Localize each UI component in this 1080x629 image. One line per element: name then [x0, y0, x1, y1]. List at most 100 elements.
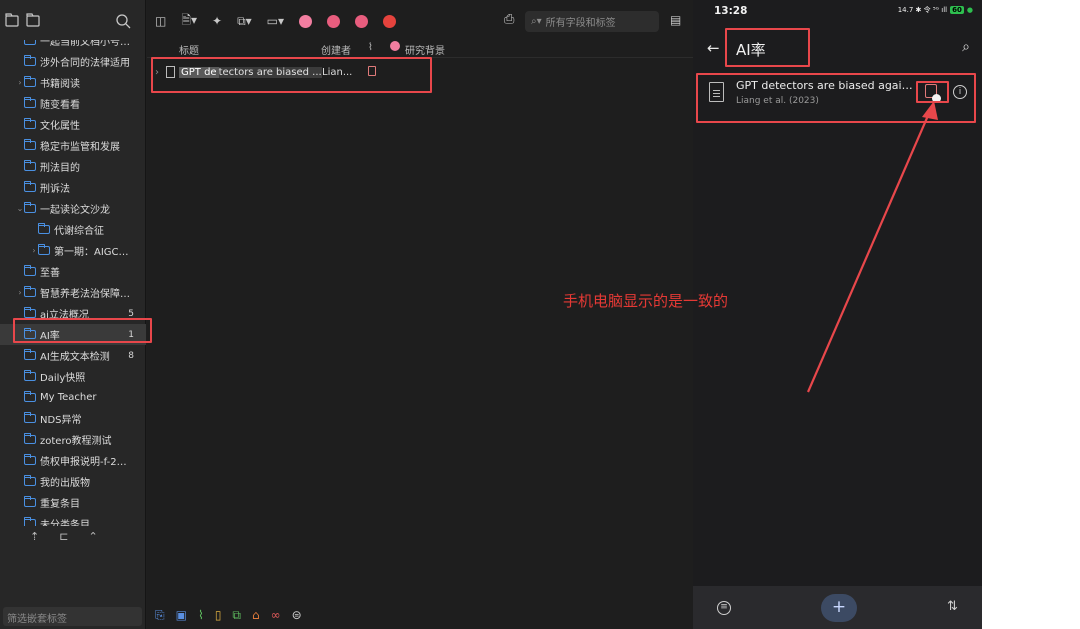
collection-item[interactable]: 刑诉法 — [0, 177, 146, 198]
tag-color-2[interactable] — [327, 14, 341, 28]
status-icons: 14.7 ✱ 令 ⁵ᴳ ıll 60 ● — [898, 5, 973, 15]
sort-icon[interactable]: ⇅ — [947, 599, 958, 614]
collection-item[interactable]: 刑法目的 — [0, 156, 146, 177]
new-library-icon[interactable] — [5, 13, 19, 27]
tag-filter-input[interactable]: 筛选嵌套标签 — [3, 607, 142, 626]
status-time: 13:28 — [714, 5, 748, 17]
tag-color-4[interactable] — [383, 14, 397, 28]
related-icon[interactable]: ∞ — [271, 608, 281, 622]
collection-label: 重复条目 — [40, 499, 80, 510]
folder-icon — [24, 433, 36, 444]
paperclip-icon[interactable]: ⌇ — [198, 608, 204, 622]
note-icon[interactable]: ▯ — [215, 608, 222, 622]
add-attachment-icon[interactable]: ⧉▾ — [237, 14, 252, 29]
annotation-box-phone-title — [725, 28, 810, 67]
column-title[interactable]: 标题 — [179, 42, 199, 57]
collection-label: 刑法目的 — [40, 163, 80, 174]
twisty-icon[interactable]: ⌄ — [16, 204, 24, 213]
back-arrow-icon[interactable]: ← — [707, 39, 720, 57]
sync-icon[interactable]: ▤ — [670, 13, 681, 27]
collection-item[interactable]: ⌄ 一起读论文沙龙 — [0, 198, 146, 219]
folder-icon — [24, 202, 36, 213]
collection-item[interactable]: zotero教程测试 — [0, 429, 146, 450]
collection-label: 至善 — [40, 268, 60, 279]
column-tag[interactable]: 研究背景 — [405, 42, 445, 57]
locate-icon[interactable]: ⎙ — [504, 12, 514, 27]
collection-tree: 一起当前文档小号起... 涉外合同的法律适用 › 书籍阅读随变看看文化属性稳定市监管和… — [0, 40, 146, 526]
tag-icon[interactable]: ⌂ — [252, 608, 260, 622]
collection-item[interactable]: 随变看看 — [0, 93, 146, 114]
collection-label: 书籍阅读 — [40, 79, 80, 90]
locate-icon[interactable]: ⊜ — [292, 608, 302, 622]
collections-toolbar-icons — [5, 13, 131, 29]
column-creator[interactable]: 创建者 — [321, 42, 351, 57]
collection-count: 5 — [128, 308, 134, 319]
tree-icon[interactable]: ⊏ — [59, 530, 68, 548]
collection-item[interactable]: My Teacher — [0, 387, 146, 408]
tag-color-3[interactable] — [355, 14, 369, 28]
collection-item[interactable]: 涉外合同的法律适用 — [0, 51, 146, 72]
folder-icon — [24, 349, 36, 360]
magic-wand-icon[interactable]: ✦ — [212, 14, 222, 28]
add-button[interactable]: + — [821, 594, 857, 622]
collections-pane: 一起当前文档小号起... 涉外合同的法律适用 › 书籍阅读随变看看文化属性稳定市监管和… — [0, 0, 146, 629]
collection-label: 第一期：AIGC版... — [54, 247, 130, 258]
search-icon: ⌕▾ — [531, 16, 542, 27]
toggle-pane-icon[interactable]: ◫ — [155, 14, 166, 28]
tag-color-1[interactable] — [299, 14, 313, 28]
folder-icon — [24, 496, 36, 507]
charging-dot-icon: ● — [966, 6, 973, 14]
collection-item[interactable]: 文化属性 — [0, 114, 146, 135]
collection-label: 随变看看 — [40, 100, 80, 111]
attachment-icon[interactable]: ⧉ — [232, 608, 241, 623]
status-bar: 13:28 14.7 ✱ 令 ⁵ᴳ ıll 60 ● — [693, 0, 982, 22]
new-item-icon[interactable]: 🗎▾ — [181, 11, 197, 32]
attachment-column-icon[interactable]: ⌇ — [368, 42, 373, 53]
collection-label: AI生成文本检测 — [40, 352, 110, 363]
collection-item[interactable]: › 智慧养老法治保障研... — [0, 282, 146, 303]
collection-label: 智慧养老法治保障研... — [40, 289, 130, 300]
expand-collapse-icon[interactable]: ⌃ — [88, 530, 97, 548]
collection-item[interactable]: 我的出版物 — [0, 471, 146, 492]
add-item-icon[interactable]: ⎘ — [155, 608, 165, 623]
collection-label: 我的出版物 — [40, 478, 90, 489]
collection-item[interactable]: 重复条目 — [0, 492, 146, 513]
search-collections-icon[interactable] — [116, 14, 131, 29]
collection-label: 涉外合同的法律适用 — [40, 58, 130, 69]
collection-item[interactable]: 一起当前文档小号起... — [0, 40, 146, 51]
collection-label: My Teacher — [40, 392, 97, 403]
folder-icon — [24, 97, 36, 108]
sort-icon[interactable]: ⇡ — [30, 530, 39, 548]
folder-icon — [24, 517, 36, 526]
collection-item[interactable]: › 第一期：AIGC版... — [0, 240, 146, 261]
folder-icon — [24, 307, 36, 318]
collection-label: Daily快照 — [40, 373, 86, 384]
collection-tree-tools: ⇡ ⊏ ⌃ — [30, 530, 98, 548]
folder-icon — [24, 55, 36, 66]
items-bottom-toolbar: ⎘ ▣ ⌇ ▯ ⧉ ⌂ ∞ ⊜ — [155, 604, 302, 626]
collection-item[interactable]: 未分类条目 — [0, 513, 146, 526]
collection-item[interactable]: AI生成文本检测 8 — [0, 345, 146, 366]
network-icons: 14.7 ✱ 令 ⁵ᴳ ıll — [897, 6, 948, 14]
right-margin — [982, 0, 1080, 629]
folder-icon — [38, 244, 50, 255]
collection-label: 文化属性 — [40, 121, 80, 132]
collection-item[interactable]: Daily快照 — [0, 366, 146, 387]
twisty-icon[interactable]: › — [16, 288, 24, 297]
collection-item[interactable]: 代谢综合征 — [0, 219, 146, 240]
collection-item[interactable]: NDS异常 — [0, 408, 146, 429]
twisty-icon[interactable]: › — [30, 246, 38, 255]
twisty-icon[interactable]: › — [16, 78, 24, 87]
filter-icon[interactable]: ≡ — [717, 601, 731, 615]
collection-item[interactable]: 稳定市监管和发展 — [0, 135, 146, 156]
collection-item[interactable]: 债权申报说明-f-202... — [0, 450, 146, 471]
new-collection-icon[interactable] — [26, 13, 40, 27]
collection-item[interactable]: 至善 — [0, 261, 146, 282]
search-icon[interactable]: ⌕ — [962, 39, 970, 55]
phone-bottom-bar: ≡ + ⇅ — [693, 586, 982, 629]
collection-item[interactable]: › 书籍阅读 — [0, 72, 146, 93]
item-search-field[interactable]: ⌕▾ 所有字段和标签 — [525, 11, 659, 32]
image-icon[interactable]: ▣ — [176, 608, 187, 622]
new-note-icon[interactable]: ▭▾ — [267, 14, 284, 28]
search-placeholder: 所有字段和标签 — [545, 18, 616, 29]
